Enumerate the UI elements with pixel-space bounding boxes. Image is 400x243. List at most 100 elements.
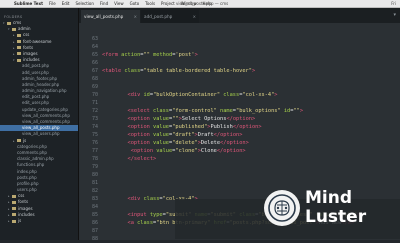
tree-item-label: css xyxy=(18,193,25,199)
tree-item-label: images xyxy=(23,50,38,56)
code-token: select xyxy=(130,108,150,114)
code-token: value xyxy=(149,124,169,130)
code-token: value xyxy=(149,140,169,146)
line-number: 81 xyxy=(91,180,98,186)
code-token: "table table-bordered table-hover" xyxy=(143,68,252,74)
code-token: < xyxy=(102,92,131,98)
folder-icon xyxy=(17,40,21,44)
menu-item[interactable]: Goto xyxy=(130,1,140,6)
code-token: Select Options xyxy=(181,116,227,122)
code-line: <form action="" method='post'> xyxy=(102,51,198,59)
code-line: <option value="delete">Delete</option> xyxy=(102,139,249,147)
code-token: form xyxy=(105,52,118,58)
code-token: "published" xyxy=(172,124,208,130)
code-token: "clone" xyxy=(175,148,198,154)
code-token: 'post' xyxy=(175,52,195,58)
code-token: class xyxy=(140,196,160,202)
tree-item-label: update_categories.php xyxy=(22,106,68,112)
menu-item[interactable]: File xyxy=(49,1,56,6)
folder-icon xyxy=(12,219,16,223)
code-token: option xyxy=(130,132,150,138)
code-token: option xyxy=(130,116,150,122)
line-number-gutter: 63 64 65 66 67 68 69 70 71 72 73 74 75 76 77 78 79 80 81 82… xyxy=(79,23,99,242)
code-token: select xyxy=(133,156,154,162)
code-token: Delete xyxy=(200,140,221,146)
code-token: > xyxy=(239,132,243,138)
code-token: < xyxy=(102,196,131,202)
menu-item[interactable]: Edit xyxy=(62,1,70,6)
code-token: input xyxy=(130,212,147,218)
tree-item-label: js xyxy=(23,137,27,143)
line-number: 75 xyxy=(91,132,98,138)
tree-item-label: font-awesome xyxy=(23,38,52,44)
tab-view-all-posts[interactable]: view_all_posts.php × xyxy=(81,10,140,23)
code-token: type xyxy=(146,212,163,218)
code-token: id xyxy=(140,92,150,98)
tab-add-post[interactable]: add_post.php × xyxy=(141,10,199,23)
logo-word-mind: Mind xyxy=(305,188,353,208)
folder-icon xyxy=(17,52,21,56)
code-token: class xyxy=(220,92,240,98)
tree-item-label: posts.php xyxy=(17,174,37,180)
folder-icon xyxy=(7,21,11,25)
menu-item[interactable]: Sublime Text xyxy=(14,1,43,6)
brain-gear-icon xyxy=(268,194,296,222)
code-token: option xyxy=(239,124,259,130)
tree-item-label: view_all_users.php xyxy=(22,131,60,137)
sidebar-folder[interactable]: ▸ js xyxy=(0,218,78,224)
line-number: 63 xyxy=(91,36,98,42)
code-token: option xyxy=(223,148,243,154)
code-token: < xyxy=(102,212,131,218)
code-token: method xyxy=(149,52,173,58)
line-number: 69 xyxy=(91,84,98,90)
window-title: view_all_posts.php — cms xyxy=(176,1,229,6)
menu-item[interactable]: Find xyxy=(100,1,108,6)
code-token: "draft" xyxy=(172,132,195,138)
code-token: name xyxy=(216,108,233,114)
code-token: option xyxy=(232,116,252,122)
close-icon[interactable]: × xyxy=(193,10,196,23)
tab-bar: view_all_posts.php × add_post.php × ▾ xyxy=(79,8,400,23)
code-token: > xyxy=(242,148,246,154)
tree-item-label: images xyxy=(18,205,33,211)
sidebar-header: FOLDERS xyxy=(4,15,23,19)
line-number: 67 xyxy=(91,68,98,74)
code-token: class xyxy=(133,220,154,226)
tree-item-label: includes xyxy=(23,57,40,63)
code-token: Clone xyxy=(200,148,217,154)
line-number: 85 xyxy=(91,212,98,218)
menu-item[interactable]: Tools xyxy=(145,1,155,6)
code-token: > xyxy=(251,116,256,122)
code-token: Draft xyxy=(197,132,214,138)
code-token: < xyxy=(102,140,131,146)
line-number: 82 xyxy=(91,188,98,194)
code-line: <option value="">Select Options</option> xyxy=(102,115,256,123)
menu-item[interactable]: Selection xyxy=(75,1,93,6)
close-icon[interactable]: × xyxy=(134,10,137,23)
code-token: "form-control" xyxy=(172,108,217,114)
line-number: 76 xyxy=(91,140,98,146)
line-number: 87 xyxy=(91,228,98,234)
menu-item[interactable]: View xyxy=(114,1,124,6)
menu-item[interactable]: Project xyxy=(161,1,175,6)
tab-overflow-icon[interactable]: ▾ xyxy=(393,12,396,18)
folder-icon xyxy=(12,213,16,217)
tree-item-label: index.php xyxy=(17,168,37,174)
watermark-logo: Mind Luster xyxy=(264,184,400,240)
line-number: 88 xyxy=(91,236,98,242)
tree-item-label: functions.php xyxy=(17,162,45,168)
code-token: div xyxy=(130,92,141,98)
code-token: value xyxy=(153,148,173,154)
line-number: 86 xyxy=(91,220,98,226)
line-number: 74 xyxy=(91,124,98,130)
code-line: </select> xyxy=(102,155,157,163)
code-token: </ xyxy=(102,156,134,162)
code-token: "bulkOptionContainer" xyxy=(153,92,221,98)
tree-item-label: edit_post.php xyxy=(22,94,50,100)
code-token: option xyxy=(130,124,150,130)
code-token: < xyxy=(102,132,131,138)
code-token: option xyxy=(220,132,240,138)
code-line: <div id="bulkOptionContainer" class="col… xyxy=(102,91,278,99)
tree-item-label: view_all_comments.php xyxy=(22,119,70,124)
tree-item-label: classic_admin.php xyxy=(17,156,54,162)
